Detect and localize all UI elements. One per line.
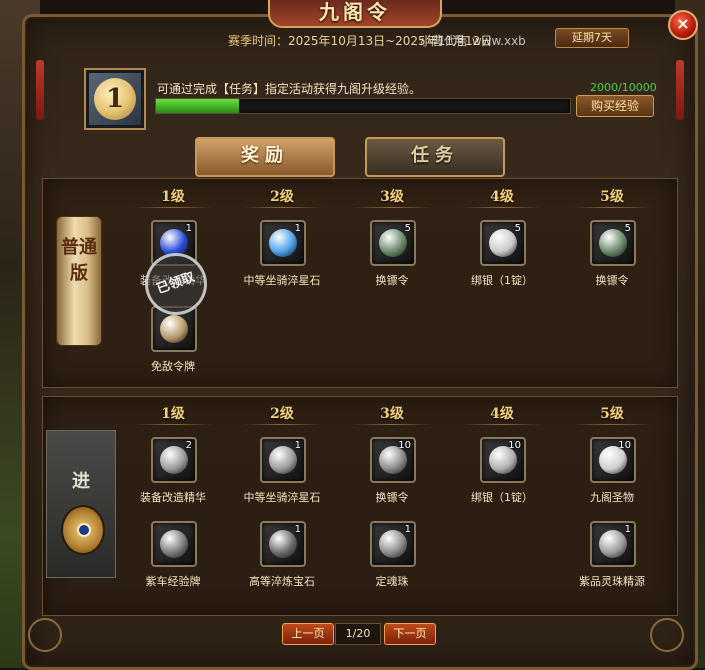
reward-item-slot[interactable]: 10 (590, 437, 636, 483)
level-divider (352, 207, 432, 208)
level-divider (133, 207, 213, 208)
level-divider (242, 424, 322, 425)
reward-item-name: 换镖令 (375, 274, 409, 287)
corner-ornament-icon (28, 618, 62, 652)
reward-item-icon (379, 530, 407, 558)
reward-item-name: 绑银（1锭） (471, 491, 533, 504)
item-count: 1 (624, 524, 631, 535)
tassel-right-icon (676, 60, 684, 120)
reward-item-slot[interactable]: 5 (590, 220, 636, 266)
buy-exp-button[interactable]: 购买经验 (576, 95, 654, 117)
item-count: 5 (514, 223, 521, 234)
level-label: 4级 (490, 189, 514, 205)
reward-item-icon (160, 446, 188, 474)
reward-item-slot[interactable]: 2 (151, 437, 197, 483)
level-label: 2级 (270, 406, 294, 422)
tab-task[interactable]: 任务 (365, 137, 505, 177)
level-badge: 1 (84, 68, 146, 130)
lock-icon (61, 505, 105, 555)
level-divider (572, 424, 652, 425)
reward-item-slot[interactable]: 10 (480, 437, 526, 483)
reward-item-name: 换镖令 (595, 274, 629, 287)
level-divider (462, 424, 542, 425)
window-title: 九阁令 (268, 0, 442, 28)
level-value: 1 (94, 78, 136, 120)
watermark-overlay: 小曹代售 www.xxb (420, 34, 526, 48)
reward-item-name: 高等淬炼宝石 (249, 575, 315, 588)
level-label: 3级 (380, 406, 404, 422)
level-label: 5级 (600, 189, 624, 205)
item-count: 5 (404, 223, 411, 234)
tier-normal-emblem: 普通版 (56, 216, 102, 346)
reward-item-icon (599, 229, 627, 257)
tier-advanced-label: 进 (72, 471, 90, 492)
item-count: 10 (618, 440, 631, 451)
reward-item-slot[interactable]: 1 (370, 521, 416, 567)
page-indicator: 1/20 (335, 623, 381, 645)
item-count: 1 (185, 223, 192, 234)
level-label: 5级 (600, 406, 624, 422)
exp-progress-fill (156, 99, 239, 113)
exp-text: 2000/10000 (590, 81, 657, 94)
reward-item-name: 中等坐骑淬星石 (243, 274, 321, 287)
tier-normal-label: 普通版 (61, 237, 97, 284)
reward-item-slot[interactable] (151, 521, 197, 567)
item-count: 10 (508, 440, 521, 451)
reward-item-slot[interactable]: 5 (370, 220, 416, 266)
tassel-left-icon (36, 60, 44, 120)
reward-item-slot[interactable]: 5 (480, 220, 526, 266)
level-label: 1级 (161, 189, 185, 205)
reward-item-slot[interactable]: 1 (260, 437, 306, 483)
item-count: 1 (294, 223, 301, 234)
item-count: 2 (185, 440, 192, 451)
reward-item-slot[interactable]: 1 (260, 220, 306, 266)
level-label: 2级 (270, 189, 294, 205)
corner-ornament-icon (650, 618, 684, 652)
reward-item-icon (599, 530, 627, 558)
level-label: 3级 (380, 189, 404, 205)
level-divider (572, 207, 652, 208)
reward-item-name: 九阁圣物 (590, 491, 634, 504)
reward-item-name: 紫品灵珠精源 (579, 575, 645, 588)
item-count: 1 (294, 524, 301, 535)
tab-reward[interactable]: 奖励 (195, 137, 335, 177)
item-count: 1 (404, 524, 411, 535)
exp-progress-bar (155, 98, 571, 114)
reward-item-name: 绑银（1锭） (471, 274, 533, 287)
reward-item-slot[interactable]: 1 (260, 521, 306, 567)
level-divider (462, 207, 542, 208)
task-description: 可通过完成【任务】指定活动获得九阁升级经验。 (157, 82, 422, 96)
level-divider (242, 207, 322, 208)
level-label: 4级 (490, 406, 514, 422)
reward-item-name: 免敌令牌 (151, 360, 195, 373)
reward-item-name: 换镖令 (375, 491, 409, 504)
reward-item-icon (269, 530, 297, 558)
reward-item-icon (160, 315, 188, 343)
item-count: 1 (294, 440, 301, 451)
item-count: 10 (398, 440, 411, 451)
reward-item-icon (489, 229, 517, 257)
reward-item-slot[interactable]: 10 (370, 437, 416, 483)
level-divider (352, 424, 432, 425)
reward-item-name: 装备改造精华 (140, 491, 206, 504)
reward-item-name: 紫车经验牌 (145, 575, 201, 588)
reward-item-icon (269, 229, 297, 257)
extend-season-button[interactable]: 延期7天 (555, 28, 629, 48)
level-divider (133, 424, 213, 425)
reward-item-icon (379, 229, 407, 257)
prev-page-button[interactable]: 上一页 (282, 623, 334, 645)
tier-advanced-emblem[interactable]: 进 (46, 430, 116, 578)
reward-item-name: 中等坐骑淬星石 (243, 491, 321, 504)
reward-item-icon (160, 530, 188, 558)
season-label: 赛季时间： (228, 34, 289, 48)
close-button[interactable]: × (668, 10, 698, 40)
level-label: 1级 (161, 406, 185, 422)
next-page-button[interactable]: 下一页 (384, 623, 436, 645)
item-count: 5 (624, 223, 631, 234)
reward-item-slot[interactable]: 1 (590, 521, 636, 567)
reward-item-icon (269, 446, 297, 474)
reward-item-name: 定魂珠 (375, 575, 409, 588)
